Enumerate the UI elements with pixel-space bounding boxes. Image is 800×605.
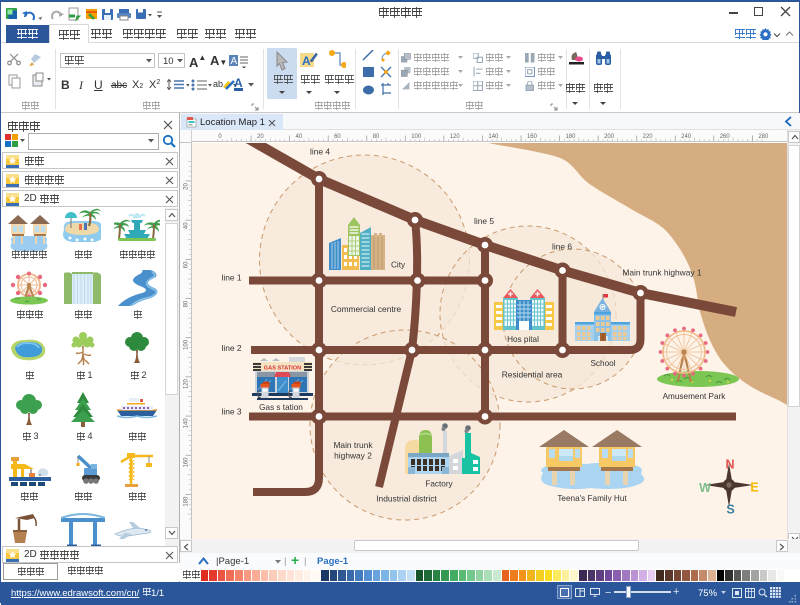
svg-text:0: 0 [218, 134, 222, 140]
svg-text:Factory: Factory [425, 480, 453, 489]
svg-text:20: 20 [257, 134, 264, 140]
svg-text:60: 60 [183, 261, 189, 268]
svg-text:240: 240 [681, 134, 692, 140]
svg-text:180: 180 [183, 496, 189, 507]
svg-text:40: 40 [183, 222, 189, 229]
svg-text:100: 100 [183, 339, 189, 350]
svg-text:line 6: line 6 [552, 242, 572, 252]
svg-text:80: 80 [373, 134, 380, 140]
svg-text:Industrial district: Industrial district [376, 494, 437, 504]
svg-text:120: 120 [183, 378, 189, 389]
svg-text:20: 20 [183, 183, 189, 190]
svg-text:Amusement Park: Amusement Park [663, 392, 727, 401]
svg-text:W: W [699, 481, 711, 495]
svg-text:GAS STATION: GAS STATION [264, 366, 301, 372]
svg-text:100: 100 [411, 134, 422, 140]
svg-text:200: 200 [604, 134, 615, 140]
svg-text:line 1: line 1 [221, 273, 241, 283]
svg-text:60: 60 [334, 134, 341, 140]
svg-text:Residential area: Residential area [502, 370, 563, 380]
svg-text:140: 140 [488, 134, 499, 140]
svg-text:School: School [590, 359, 615, 368]
svg-text:Main trunk highway 1: Main trunk highway 1 [622, 268, 701, 278]
svg-text:N: N [725, 458, 734, 472]
svg-text:140: 140 [183, 418, 189, 429]
svg-text:Teena's Family Hut: Teena's Family Hut [557, 494, 627, 503]
svg-text:City: City [391, 261, 406, 270]
svg-text:line 3: line 3 [221, 407, 241, 417]
svg-text:160: 160 [183, 457, 189, 468]
svg-text:260: 260 [720, 134, 731, 140]
svg-text:Commercial centre: Commercial centre [331, 304, 402, 314]
svg-text:A: A [302, 54, 311, 68]
svg-text:220: 220 [643, 134, 654, 140]
svg-text:160: 160 [527, 134, 538, 140]
svg-text:E: E [750, 481, 758, 495]
svg-text:180: 180 [565, 134, 576, 140]
svg-text:line 4: line 4 [310, 147, 330, 157]
svg-text:280: 280 [758, 134, 769, 140]
svg-text:Hos pital: Hos pital [507, 335, 539, 344]
svg-text:highway 2: highway 2 [334, 451, 372, 461]
svg-text:line 2: line 2 [221, 343, 241, 353]
svg-text:S: S [726, 503, 734, 517]
svg-text:40: 40 [296, 134, 303, 140]
svg-text:80: 80 [183, 300, 189, 307]
svg-text:line 5: line 5 [474, 216, 494, 226]
svg-text:Main trunk: Main trunk [333, 440, 373, 450]
svg-text:Gas s tation: Gas s tation [259, 403, 303, 412]
svg-text:A: A [231, 56, 238, 67]
svg-text:G: G [600, 305, 604, 311]
svg-text:120: 120 [450, 134, 461, 140]
svg-text:ab: ab [213, 79, 223, 89]
